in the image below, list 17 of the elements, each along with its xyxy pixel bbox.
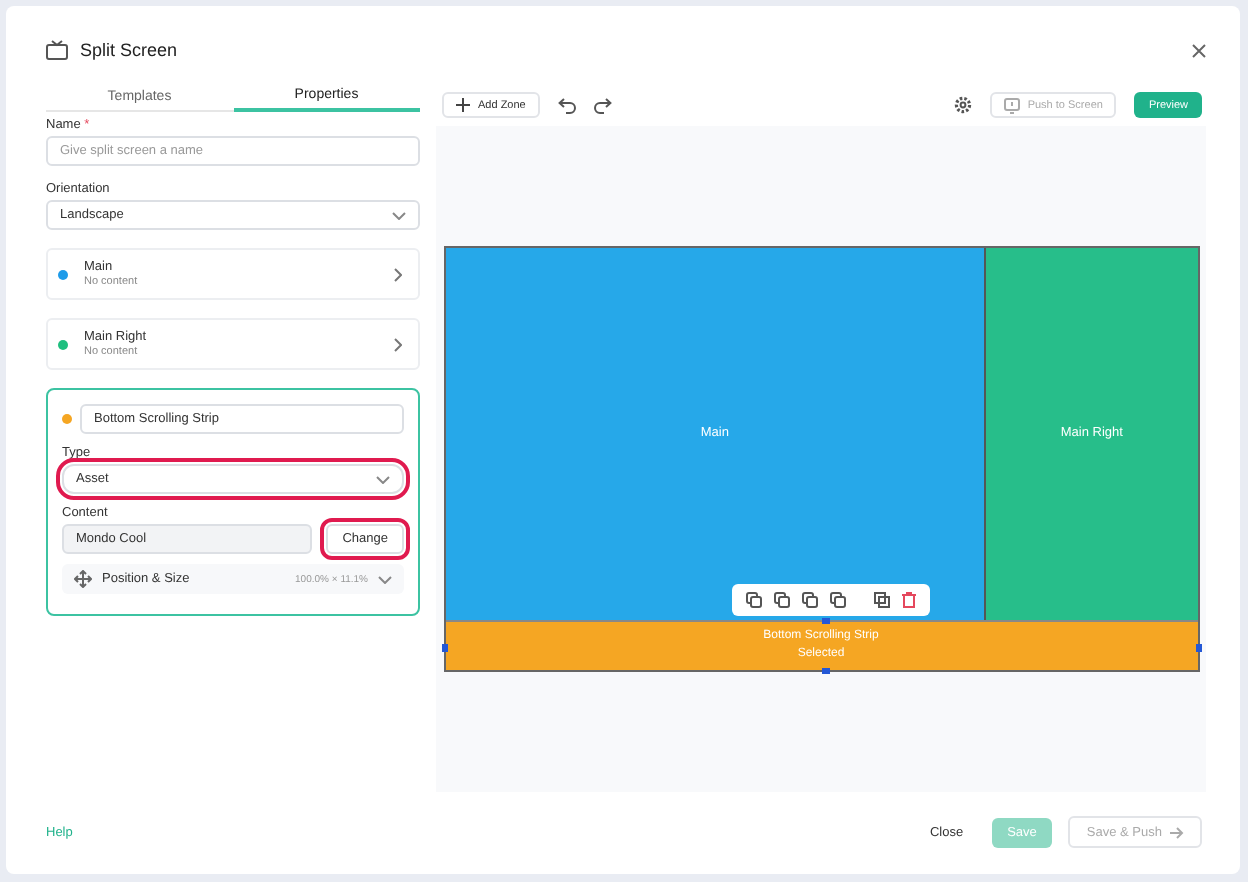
chevron-down-icon (378, 575, 392, 583)
move-icon (74, 570, 92, 588)
trash-icon[interactable] (901, 591, 915, 608)
chevron-down-icon (392, 211, 406, 219)
arrow-right-icon (1170, 825, 1184, 839)
plus-icon (456, 98, 470, 113)
window-title: Split Screen (80, 40, 178, 60)
redo-icon[interactable] (593, 97, 612, 114)
settings-icon[interactable] (953, 96, 972, 115)
monitor-icon (1003, 97, 1020, 114)
close-icon[interactable] (1192, 43, 1206, 57)
undo-icon[interactable] (557, 97, 576, 114)
tv-icon (46, 40, 68, 60)
chevron-right-icon (394, 337, 402, 351)
chevron-right-icon (394, 267, 402, 281)
duplicate-icon[interactable] (873, 591, 889, 608)
chevron-down-icon (376, 475, 390, 483)
